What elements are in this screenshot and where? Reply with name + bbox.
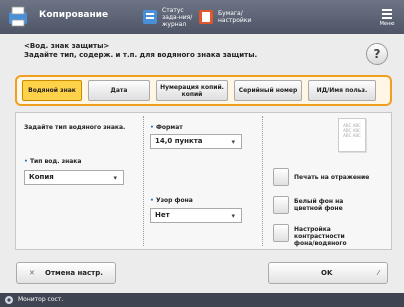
tab-bar: Водяной знак Дата Нумерация копий. копий…: [15, 75, 392, 106]
type-label: Тип вод. знака: [29, 158, 82, 165]
instruction-subtitle: Задайте тип, содерж. и т.п. для водяного…: [24, 51, 258, 59]
type-select[interactable]: Копия ▾: [24, 170, 124, 185]
menu-label: Меню: [379, 20, 395, 27]
chevron-down-icon: ▾: [231, 138, 235, 146]
type-label-row: • Тип вод. знака: [24, 158, 81, 165]
tab-serial-number[interactable]: Серийный номер: [234, 80, 302, 101]
format-label-row: • Формат: [150, 124, 183, 131]
format-value: 14,0 пункта: [155, 137, 203, 145]
white-on-color-checkbox[interactable]: [273, 196, 289, 214]
status-monitor-label: Монитор сост.: [18, 296, 64, 303]
close-icon: ✕: [29, 269, 35, 277]
job-status-label: Статус зада-ния/журнал: [162, 6, 193, 28]
column-divider: [262, 116, 263, 246]
bg-pattern-value: Нет: [155, 211, 170, 219]
contrast-settings-label: Настройка контрастности фона/водяного: [294, 226, 347, 247]
instruction-title: <Вод. знак защиты>: [24, 42, 110, 50]
tab-watermark[interactable]: Водяной знак: [22, 80, 82, 101]
print-mirror-label: Печать на отражение: [294, 174, 370, 181]
paper-settings-icon: [199, 10, 213, 24]
tab-copy-numbering[interactable]: Нумерация копий. копий: [156, 80, 228, 101]
bg-pattern-label-row: • Узор фона: [150, 197, 193, 204]
tab-date[interactable]: Дата: [88, 80, 150, 101]
print-mirror-checkbox[interactable]: [273, 168, 289, 186]
bg-pattern-label: Узор фона: [155, 197, 193, 204]
format-select[interactable]: 14,0 пункта ▾: [150, 134, 242, 149]
paper-settings-label: Бумага/ настройки: [218, 10, 252, 24]
bg-pattern-select[interactable]: Нет ▾: [150, 208, 242, 223]
checkmark-icon: ⁄: [377, 269, 379, 277]
app-header: Копирование Статус зада-ния/журнал Бумаг…: [0, 0, 404, 34]
panel-heading: Задайте тип водяного знака.: [24, 124, 126, 131]
job-status-button[interactable]: Статус зада-ния/журнал: [142, 5, 196, 29]
app-title: Копирование: [39, 10, 109, 20]
ok-label: OK: [321, 269, 333, 277]
contrast-settings-button[interactable]: [273, 224, 289, 242]
ok-button[interactable]: OK ⁄: [268, 262, 388, 284]
format-label: Формат: [155, 124, 183, 131]
chevron-down-icon: ▾: [231, 212, 235, 220]
tab-user-id[interactable]: ИД/Имя польз.: [308, 80, 376, 101]
status-monitor-icon: [5, 296, 13, 304]
copy-app-icon: [9, 6, 27, 27]
cancel-settings-button[interactable]: ✕ Отмена настр.: [16, 262, 116, 284]
job-status-icon: [143, 10, 157, 24]
help-button[interactable]: ?: [366, 43, 388, 65]
column-divider: [143, 116, 144, 246]
menu-button[interactable]: Меню: [376, 5, 398, 29]
type-value: Копия: [29, 173, 54, 181]
chevron-down-icon: ▾: [113, 174, 117, 182]
white-on-color-label: Белый фон на цветной фоне: [294, 198, 344, 212]
menu-icon: [382, 8, 392, 11]
instruction-text: <Вод. знак защиты> Задайте тип, содерж. …: [24, 42, 257, 60]
paper-settings-button[interactable]: Бумага/ настройки: [198, 5, 252, 29]
watermark-preview: ABC ABC ABC ABC ABC ABC: [338, 118, 366, 152]
status-bar[interactable]: Монитор сост.: [0, 293, 404, 307]
cancel-settings-label: Отмена настр.: [45, 269, 103, 277]
